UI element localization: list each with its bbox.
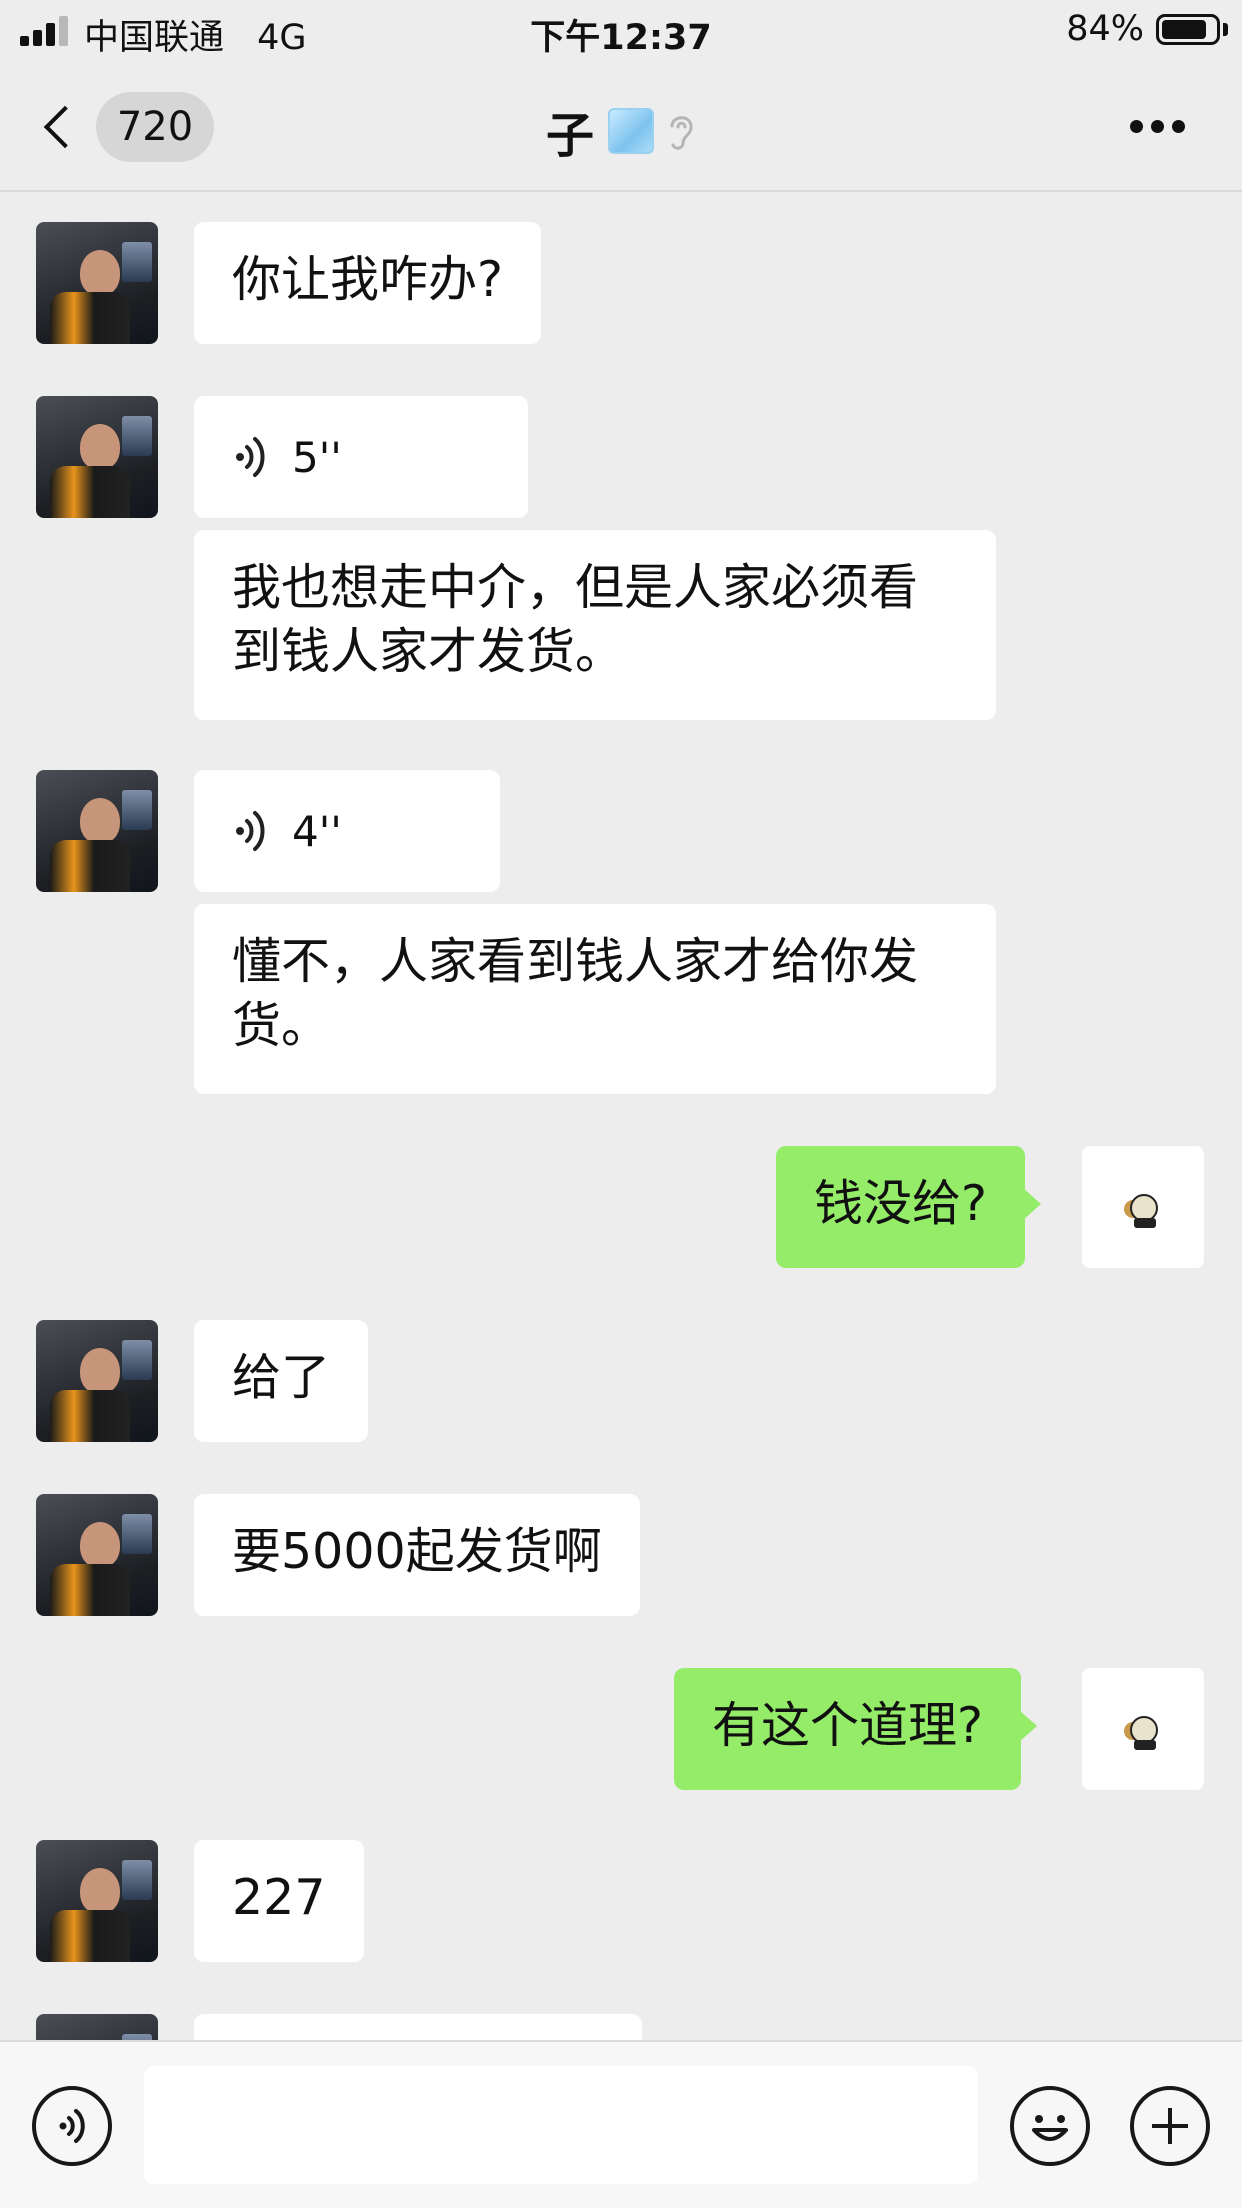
- voice-duration: 5'': [292, 432, 342, 482]
- contact-avatar[interactable]: [36, 396, 158, 518]
- plus-button[interactable]: [1130, 2086, 1210, 2166]
- message-bubble-received[interactable]: 你让我咋办?: [194, 222, 542, 344]
- message-bubble-received[interactable]: 要5000起发货啊: [194, 1494, 640, 1616]
- contact-avatar[interactable]: [36, 1320, 158, 1442]
- status-time: 下午12:37: [530, 18, 712, 58]
- contact-avatar[interactable]: [36, 770, 158, 892]
- more-options-button[interactable]: [1130, 120, 1186, 134]
- voice-input-icon: [59, 2109, 85, 2143]
- voice-duration: 4'': [292, 806, 342, 856]
- message-bubble-received[interactable]: 我也想走中介，但是人家必须看到钱人家才发货。: [194, 530, 996, 720]
- contact-avatar[interactable]: [36, 222, 158, 344]
- message-bubble-sent[interactable]: 有这个道理?: [674, 1668, 1038, 1790]
- message-input[interactable]: [144, 2066, 978, 2184]
- status-bar: 中国联通 4G 下午12:37 84%: [0, 0, 1242, 62]
- emoji-button[interactable]: [1010, 2086, 1090, 2166]
- battery-icon: [1156, 14, 1220, 45]
- ice-cube-icon: [608, 108, 654, 154]
- message-bubble-received[interactable]: 给了: [194, 1320, 369, 1442]
- voice-wave-icon: [236, 811, 265, 851]
- message-bubble-received[interactable]: 227: [194, 1840, 364, 1962]
- contact-avatar[interactable]: [36, 2014, 158, 2040]
- input-bar: [0, 2040, 1242, 2208]
- battery-level-fill: [1162, 20, 1206, 39]
- message-bubble-received[interactable]: 懂不，人家看到钱人家才给你发货。: [194, 904, 996, 1094]
- battery-percent: 84%: [1066, 9, 1144, 49]
- nav-bar: 720 子: [0, 62, 1242, 192]
- emoji-icon: [1032, 2115, 1068, 2141]
- contact-avatar[interactable]: [36, 1840, 158, 1962]
- chat-title: 子: [545, 108, 594, 164]
- voice-input-button[interactable]: [32, 2086, 112, 2166]
- voice-message-bubble[interactable]: 4'': [194, 770, 500, 892]
- ear-icon: [670, 116, 693, 150]
- message-bubble-received-partial[interactable]: [194, 2014, 642, 2040]
- message-list[interactable]: 你让我咋办? 5'' 我也想走中介，但是人家必须看到钱人家才发货。 4'' 懂不…: [0, 192, 1242, 2040]
- chat-title-area[interactable]: 子: [0, 96, 1242, 166]
- voice-wave-icon: [236, 437, 265, 477]
- message-bubble-sent[interactable]: 钱没给?: [776, 1146, 1042, 1268]
- my-avatar[interactable]: [1082, 1146, 1204, 1268]
- my-avatar[interactable]: [1082, 1668, 1204, 1790]
- battery-cap: [1223, 23, 1228, 36]
- chat-screen: 中国联通 4G 下午12:37 84% 720 子 你让我咋办? 5'' 我也想…: [0, 0, 1242, 2208]
- voice-message-bubble[interactable]: 5'': [194, 396, 528, 518]
- contact-avatar[interactable]: [36, 1494, 158, 1616]
